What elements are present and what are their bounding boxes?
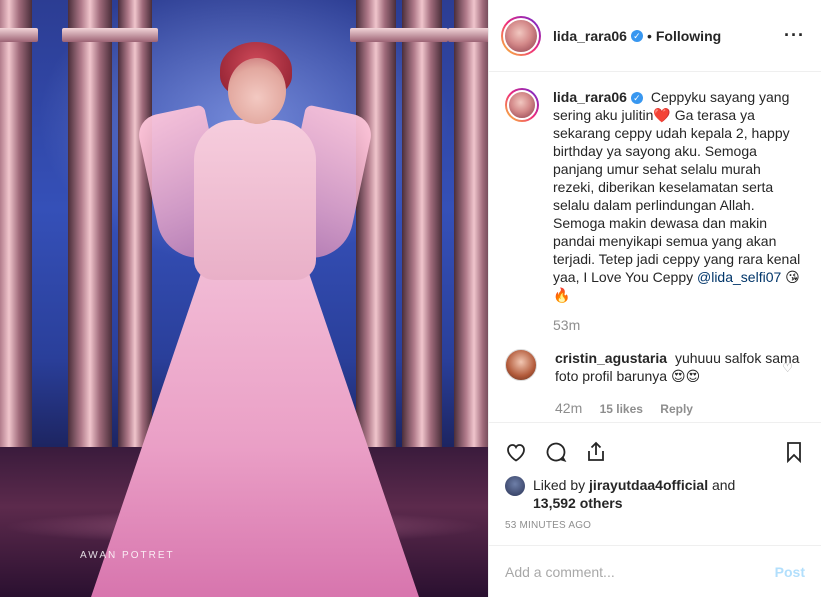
comment-like-heart-icon[interactable]: ♡ <box>782 361 793 375</box>
bookmark-icon[interactable] <box>781 439 807 465</box>
reply-button[interactable]: Reply <box>660 402 693 416</box>
more-options-icon[interactable]: ··· <box>784 25 805 46</box>
likes-connector: and <box>711 477 736 493</box>
following-button[interactable]: Following <box>656 28 721 44</box>
author-username[interactable]: lida_rara06 <box>553 28 627 44</box>
stage-pillar <box>348 0 404 487</box>
verified-badge-icon: ✓ <box>630 92 643 104</box>
caption-text-body: Ga terasa ya sekarang ceppy udah kepala … <box>553 107 801 285</box>
post-side-panel: lida_rara06 ✓ • Following ··· lida_rara0… <box>488 0 821 597</box>
add-comment-bar: Post <box>489 545 821 597</box>
caption-time[interactable]: 53m <box>553 317 580 333</box>
stage-pillar <box>60 0 120 487</box>
liker-username[interactable]: jirayutdaa4official <box>589 477 708 493</box>
comment-item: cristin_agustaria yuhuuu salfok sama fot… <box>505 349 805 418</box>
commenter-avatar[interactable] <box>505 349 537 381</box>
header-separator: • <box>646 27 652 44</box>
stage-pillar <box>394 0 450 487</box>
caption: lida_rara06 ✓ Ceppyku sayang yang sering … <box>505 88 805 335</box>
heart-icon[interactable] <box>503 439 529 465</box>
likes-prefix: Liked by <box>533 477 586 493</box>
action-bar <box>489 422 821 472</box>
liker-avatar[interactable] <box>505 476 525 496</box>
comment-likes[interactable]: 15 likes <box>600 402 643 416</box>
post-timestamp[interactable]: 53 MINUTES AGO <box>489 512 821 531</box>
instagram-post-modal: AWAN POTRET lida_rara06 ✓ • Following ··… <box>0 0 821 597</box>
verified-badge-icon: ✓ <box>630 29 643 42</box>
comments-list[interactable]: lida_rara06 ✓ Ceppyku sayang yang sering … <box>489 72 821 422</box>
stage-pillar <box>110 0 160 487</box>
share-icon[interactable] <box>583 439 609 465</box>
likes-summary: Liked by jirayutdaa4official and 13,592 … <box>489 472 821 512</box>
post-photo[interactable]: AWAN POTRET <box>0 0 488 597</box>
woman-in-pink-gown <box>90 42 420 597</box>
stage-pillar <box>0 0 40 487</box>
caption-mention-link[interactable]: @lida_selfi07 <box>697 269 781 285</box>
photo-watermark: AWAN POTRET <box>80 550 175 561</box>
caption-username[interactable]: lida_rara06 <box>553 89 627 105</box>
comment-icon[interactable] <box>543 439 569 465</box>
likes-others-link[interactable]: 13,592 others <box>533 495 623 511</box>
comment-input[interactable] <box>505 563 775 580</box>
post-header: lida_rara06 ✓ • Following ··· <box>489 0 821 72</box>
heart-emoji: ❤️ <box>653 107 671 123</box>
commenter-username[interactable]: cristin_agustaria <box>555 350 667 366</box>
post-comment-button[interactable]: Post <box>775 564 805 580</box>
caption-avatar[interactable] <box>505 88 539 122</box>
stage-pillar <box>446 0 488 487</box>
comment-time[interactable]: 42m <box>555 400 582 416</box>
author-avatar[interactable] <box>501 15 541 56</box>
comment-emoji: 😍😍 <box>670 368 701 384</box>
